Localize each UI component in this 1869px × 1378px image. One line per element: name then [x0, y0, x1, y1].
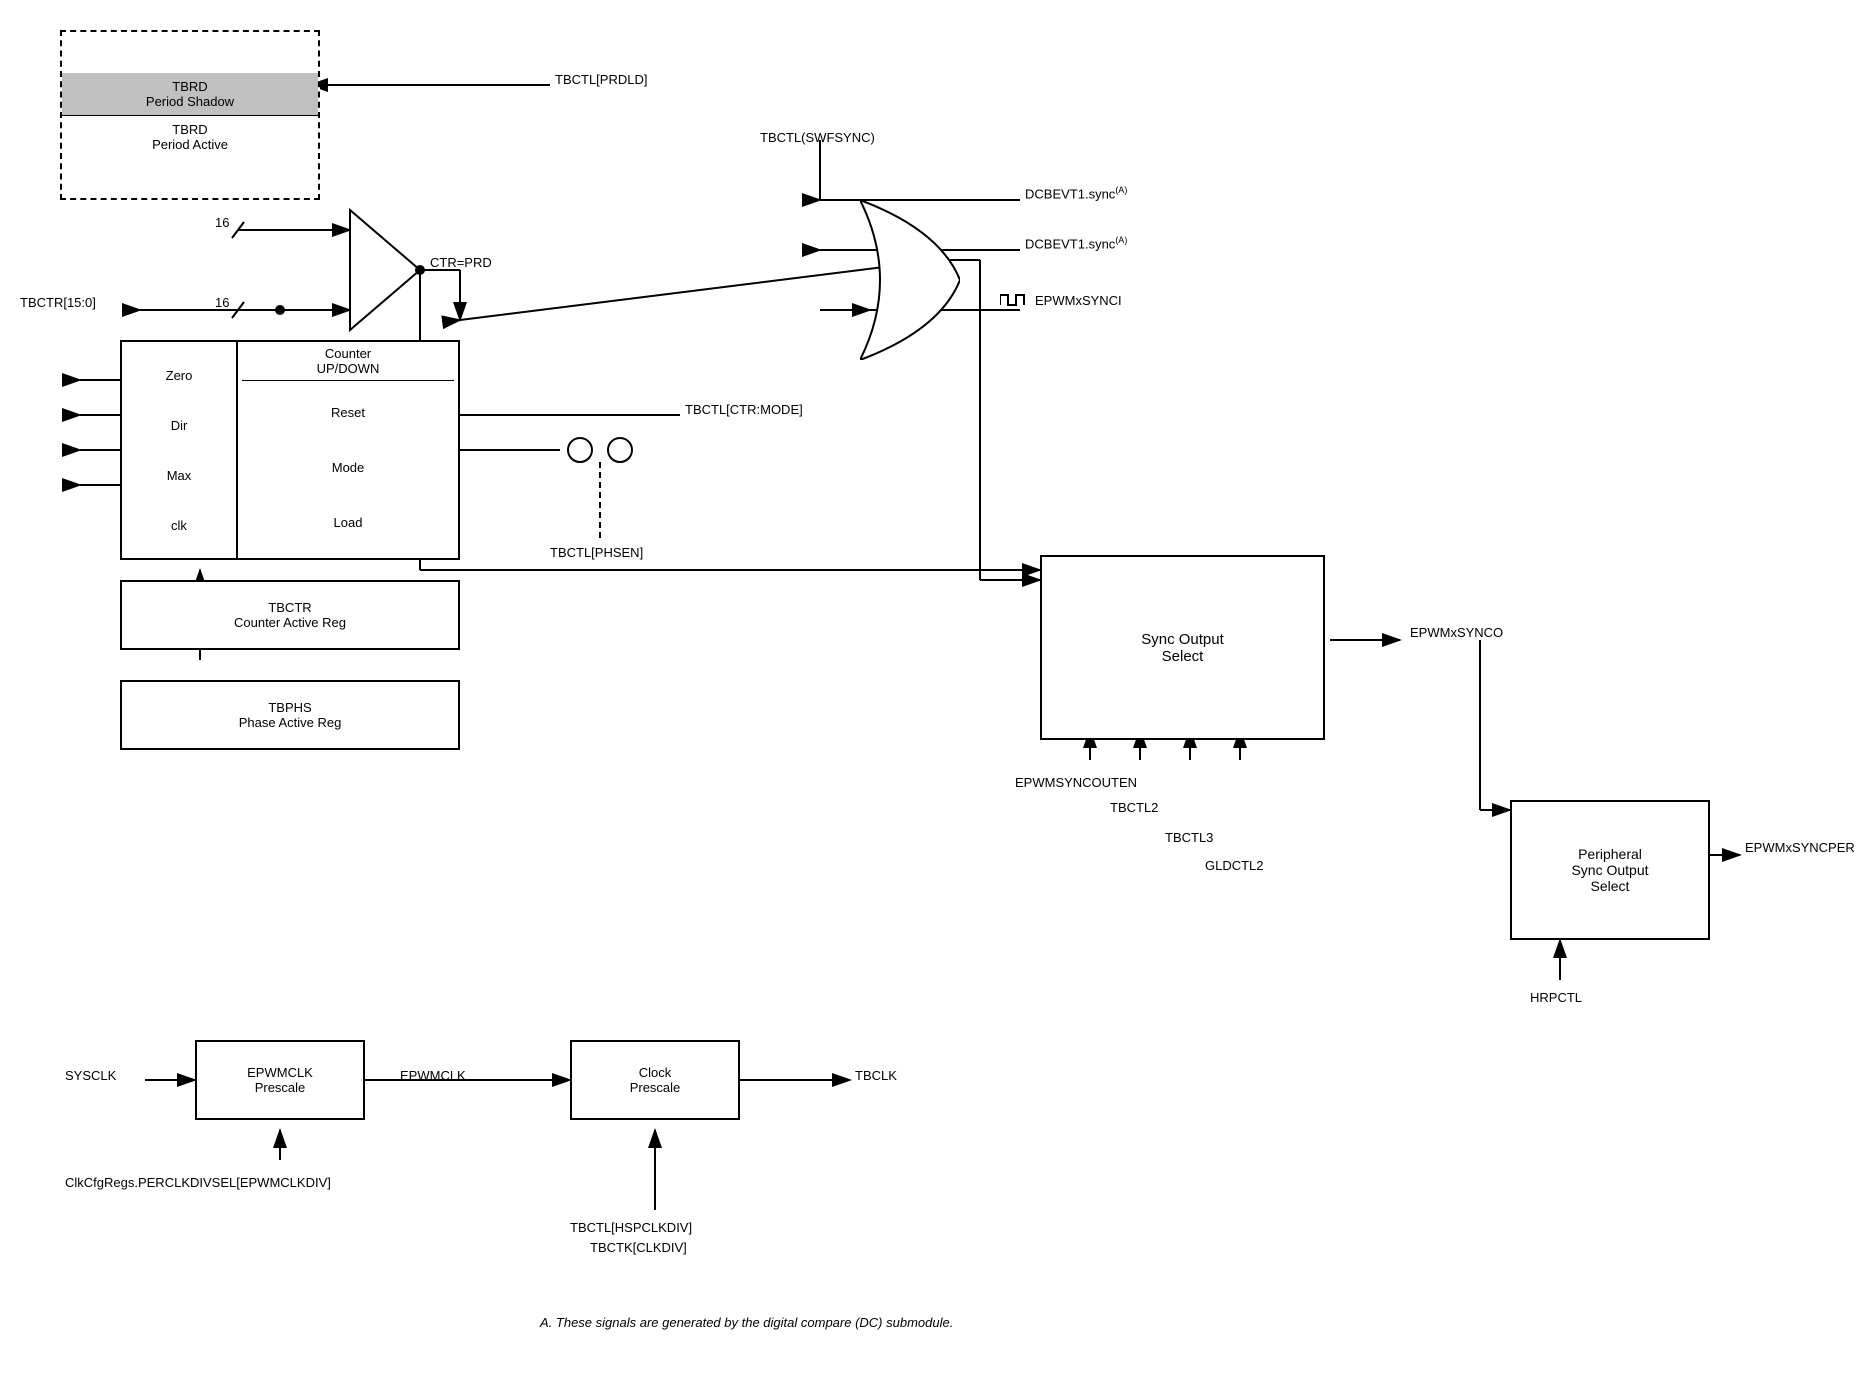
dcbevt1-sync-1-label: DCBEVT1.sync(A)	[1025, 185, 1127, 201]
tbctl-phsen-label: TBCTL[PHSEN]	[550, 545, 643, 560]
bit16-bottom-label: 16	[215, 295, 229, 310]
clock-prescale-label: ClockPrescale	[630, 1065, 681, 1095]
max-label: Max	[126, 468, 232, 483]
epwmxsynco-label: EPWMxSYNCO	[1410, 625, 1503, 640]
ctr-prd-label: CTR=PRD	[430, 255, 492, 270]
clock-prescale-box: ClockPrescale	[570, 1040, 740, 1120]
sysclk-label: SYSCLK	[65, 1068, 116, 1083]
tbrd-outer-box: TBRD Period Shadow TBRDPeriod Active	[60, 30, 320, 200]
superscript-a2: (A)	[1115, 235, 1127, 245]
epwmclk-label: EPWMCLKPrescale	[247, 1065, 313, 1095]
tbctr-label: TBCTRCounter Active Reg	[234, 600, 346, 630]
sync-output-box: Sync OutputSelect	[1040, 555, 1325, 740]
counter-box: Zero Dir Max clk CounterUP/DOWN Reset Mo…	[120, 340, 460, 560]
tbclk-label: TBCLK	[855, 1068, 897, 1083]
tbctl-hspclkdiv-label: TBCTL[HSPCLKDIV]	[570, 1220, 692, 1235]
sync-output-label: Sync OutputSelect	[1141, 631, 1224, 665]
diagram-container: TBRD Period Shadow TBRDPeriod Active Zer…	[0, 0, 1869, 1378]
dcbevt1-sync-2-label: DCBEVT1.sync(A)	[1025, 235, 1127, 251]
tbphs-label: TBPHSPhase Active Reg	[239, 700, 342, 730]
tbctk-clkdiv-label: TBCTK[CLKDIV]	[590, 1240, 687, 1255]
tbphs-box: TBPHSPhase Active Reg	[120, 680, 460, 750]
tbrd-shadow-label: TBRD Period Shadow	[62, 73, 318, 116]
tbctl2-label: TBCTL2	[1110, 800, 1158, 815]
epwmxsynci-label: EPWMxSYNCI	[1035, 293, 1122, 308]
epwmsyncouten-label: EPWMSYNCOUTEN	[1015, 775, 1137, 790]
epwmclk-signal-label: EPWMCLK	[400, 1068, 466, 1083]
counter-title: CounterUP/DOWN	[242, 346, 454, 381]
tbrd-active-label: TBRDPeriod Active	[62, 116, 318, 158]
epwmclk-box: EPWMCLKPrescale	[195, 1040, 365, 1120]
dir-label: Dir	[126, 418, 232, 433]
gldctl2-label: GLDCTL2	[1205, 858, 1264, 873]
tbctl-prdld-label: TBCTL[PRDLD]	[555, 72, 647, 87]
tbctr-15-0-label: TBCTR[15:0]	[20, 295, 96, 310]
footnote: A. These signals are generated by the di…	[540, 1315, 953, 1330]
hrpctl-label: HRPCTL	[1530, 990, 1582, 1005]
clkcfgregs-label: ClkCfgRegs.PERCLKDIVSEL[EPWMCLKDIV]	[65, 1175, 331, 1190]
tbctl-ctr-mode-label: TBCTL[CTR:MODE]	[685, 402, 803, 417]
peripheral-sync-label: PeripheralSync OutputSelect	[1571, 846, 1648, 894]
tbctr-box: TBCTRCounter Active Reg	[120, 580, 460, 650]
load-label: Load	[250, 515, 446, 530]
zero-label: Zero	[126, 368, 232, 383]
bit16-top-label: 16	[215, 215, 229, 230]
clk-label: clk	[126, 518, 232, 533]
reset-label: Reset	[250, 405, 446, 420]
tbctl3-label: TBCTL3	[1165, 830, 1213, 845]
mode-label: Mode	[250, 460, 446, 475]
or-gate	[860, 200, 960, 360]
tbctl-swfsync-label: TBCTL(SWFSYNC)	[760, 130, 875, 145]
peripheral-sync-box: PeripheralSync OutputSelect	[1510, 800, 1710, 940]
superscript-a1: (A)	[1115, 185, 1127, 195]
epwmxsyncper-label: EPWMxSYNCPER	[1745, 840, 1855, 855]
pulse-symbol	[1000, 290, 1030, 310]
